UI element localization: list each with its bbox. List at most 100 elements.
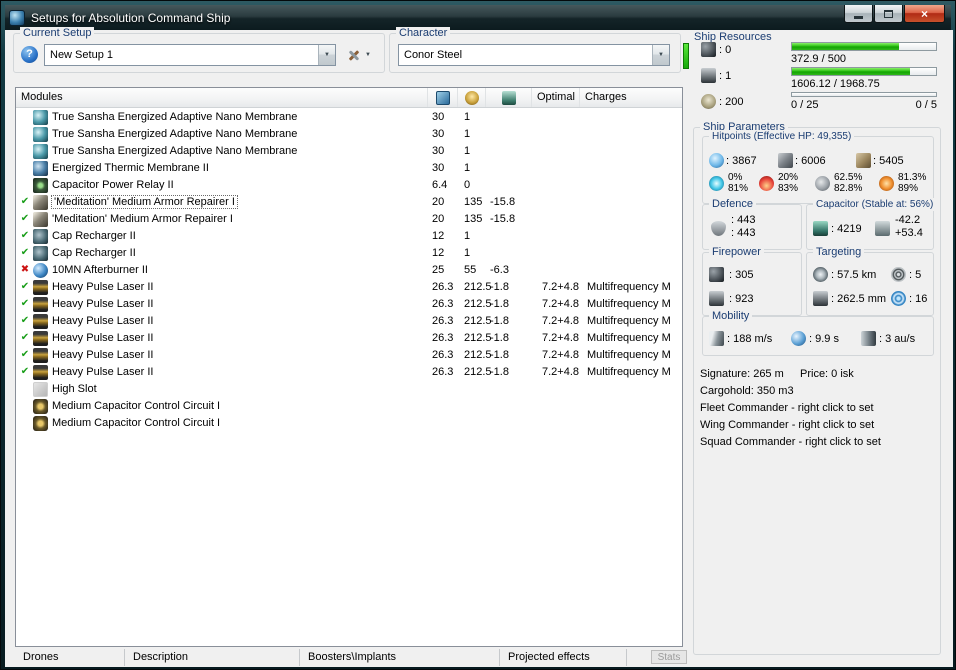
module-cpu-value: 26.3 (432, 332, 454, 344)
armor-hp: : 6006 (795, 155, 826, 167)
setup-select-arrow[interactable]: ▼ (318, 45, 335, 65)
module-row[interactable]: High Slot (16, 381, 682, 398)
module-capacitor-value: -1.8 (490, 366, 509, 378)
turret-hardpoint-icon (701, 42, 716, 57)
thermal-resist-icon (759, 176, 774, 191)
module-row[interactable]: True Sansha Energized Adaptive Nano Memb… (16, 109, 682, 126)
module-name: Heavy Pulse Laser II (52, 366, 154, 378)
align-time-icon (791, 331, 806, 346)
cargohold-text: Cargohold: 350 m3 (700, 385, 794, 397)
volley-value: : 305 (729, 269, 754, 281)
chevron-down-icon: ▼ (365, 52, 371, 58)
module-name: Heavy Pulse Laser II (52, 298, 154, 310)
setup-tools-button[interactable]: ▼ (342, 44, 375, 66)
tools-icon (346, 47, 362, 63)
tab-label: Drones (23, 651, 59, 663)
squad-commander-text[interactable]: Squad Commander - right click to set (700, 436, 881, 448)
module-name: Energized Thermic Membrane II (52, 162, 209, 174)
module-row[interactable]: ✔ Cap Recharger II 12 1 (16, 245, 682, 262)
module-icon-laser (33, 365, 48, 380)
module-row[interactable]: Capacitor Power Relay II 6.4 0 (16, 177, 682, 194)
module-capacitor-value: -6.3 (490, 264, 509, 276)
module-capacitor-value: -1.8 (490, 281, 509, 293)
module-powergrid-value: 212.5 (464, 366, 492, 378)
tab-drones[interactable]: Drones (15, 649, 125, 666)
maximize-button[interactable] (874, 5, 903, 23)
module-name: Heavy Pulse Laser II (52, 349, 154, 361)
capacitor-label: Capacitor (Stable at: 56%) (813, 198, 937, 211)
module-row[interactable]: True Sansha Energized Adaptive Nano Memb… (16, 143, 682, 160)
module-cpu-value: 26.3 (432, 281, 454, 293)
module-row[interactable]: ✔ Heavy Pulse Laser II 26.3 212.5 -1.8 7.2+4.… (16, 347, 682, 364)
scan-resolution: : 262.5 mm (831, 293, 887, 305)
tab-description[interactable]: Description (125, 649, 300, 666)
module-powergrid-value: 1 (464, 230, 471, 242)
character-group: Character Conor Steel ▼ (389, 27, 681, 73)
module-optimal-value: 7.2+4.8 (542, 366, 580, 378)
hitpoints-box: Hitpoints (Effective HP: 49,355) : 3867 … (702, 130, 934, 204)
module-row[interactable]: ✔ Heavy Pulse Laser II 26.3 212.5 -1.8 7.2+4.… (16, 296, 682, 313)
tab-projected-effects[interactable]: Projected effects (500, 649, 627, 666)
module-row[interactable]: ✔ 'Meditation' Medium Armor Repairer I 20 1… (16, 211, 682, 228)
shield-hp: : 3867 (726, 155, 757, 167)
module-cpu-value: 6.4 (432, 179, 448, 191)
module-row[interactable]: ✔ Heavy Pulse Laser II 26.3 212.5 -1.8 7.2+4.… (16, 313, 682, 330)
module-row[interactable]: Medium Capacitor Control Circuit I (16, 415, 682, 432)
capacitor-amount-icon (813, 221, 828, 236)
kinetic-resist-icon (815, 176, 830, 191)
close-button[interactable]: × (904, 5, 945, 23)
module-row[interactable]: Energized Thermic Membrane II 30 1 (16, 160, 682, 177)
status-error-icon: ✖ (20, 264, 30, 275)
status-ok-icon: ✔ (20, 332, 30, 343)
module-row[interactable]: ✔ Heavy Pulse Laser II 26.3 212.5 -1.8 7.2+4.… (16, 330, 682, 347)
module-name: True Sansha Energized Adaptive Nano Memb… (52, 128, 298, 140)
character-select-value: Conor Steel (404, 49, 463, 61)
tab-boosters-implants[interactable]: Boosters\Implants (300, 649, 500, 666)
targeting-label: Targeting (813, 246, 865, 259)
window-content: Current Setup ? New Setup 1 ▼ ▼ Characte… (5, 27, 953, 667)
armor-resist-value: 81% (728, 183, 749, 194)
module-charge-value: Multifrequency M (587, 332, 671, 344)
setup-select[interactable]: New Setup 1 ▼ (44, 44, 336, 66)
module-icon-rig (33, 399, 48, 414)
module-optimal-value: 7.2+4.8 (542, 332, 580, 344)
powergrid-usage-text: 1606.12 / 1968.75 (791, 78, 880, 90)
module-icon-recharger (33, 246, 48, 261)
character-select[interactable]: Conor Steel ▼ (398, 44, 670, 66)
module-charge-value: Multifrequency M (587, 281, 671, 293)
current-setup-group: Current Setup ? New Setup 1 ▼ ▼ (13, 27, 385, 73)
module-row[interactable]: ✔ Heavy Pulse Laser II 26.3 212.5 -1.8 7.2+4.… (16, 279, 682, 296)
help-icon[interactable]: ? (21, 46, 38, 63)
wing-commander-text[interactable]: Wing Commander - right click to set (700, 419, 874, 431)
module-row[interactable]: ✔ Cap Recharger II 12 1 (16, 228, 682, 245)
module-row[interactable]: Medium Capacitor Control Circuit I (16, 398, 682, 415)
module-row[interactable]: ✔ 'Meditation' Medium Armor Repairer I 20 1… (16, 194, 682, 211)
targeting-range: : 57.5 km (831, 269, 877, 281)
defence-top: : 443 (731, 214, 756, 226)
module-cpu-value: 30 (432, 111, 445, 123)
module-row[interactable]: ✖ 10MN Afterburner II 25 55 -6.3 (16, 262, 682, 279)
current-setup-label: Current Setup (20, 27, 95, 40)
character-select-arrow[interactable]: ▼ (652, 45, 669, 65)
title-bar[interactable]: Setups for Absolution Command Ship (5, 5, 951, 30)
module-name: Medium Capacitor Control Circuit I (52, 417, 221, 429)
module-cpu-value: 20 (432, 213, 445, 225)
modules-table: Modules Optimal Charges True Sansha Ener… (15, 87, 683, 647)
fleet-commander-text[interactable]: Fleet Commander - right click to set (700, 402, 874, 414)
hull-hp: : 5405 (873, 155, 904, 167)
firepower-label: Firepower (709, 246, 764, 259)
module-cpu-value: 26.3 (432, 366, 454, 378)
module-icon-laser (33, 280, 48, 295)
module-cpu-value: 30 (432, 145, 445, 157)
module-row[interactable]: True Sansha Energized Adaptive Nano Memb… (16, 126, 682, 143)
tab-label: Projected effects (508, 651, 590, 663)
minimize-button[interactable] (844, 5, 873, 23)
calibration-value: : 200 (719, 96, 744, 108)
module-powergrid-value: 1 (464, 162, 471, 174)
powergrid-bar-fill (792, 68, 910, 75)
module-optimal-value: 7.2+4.8 (542, 315, 580, 327)
module-row[interactable]: ✔ Heavy Pulse Laser II 26.3 212.5 -1.8 7.2+4.… (16, 364, 682, 381)
module-charge-value: Multifrequency M (587, 298, 671, 310)
module-powergrid-value: 1 (464, 145, 471, 157)
scan-resolution-icon (813, 291, 828, 306)
